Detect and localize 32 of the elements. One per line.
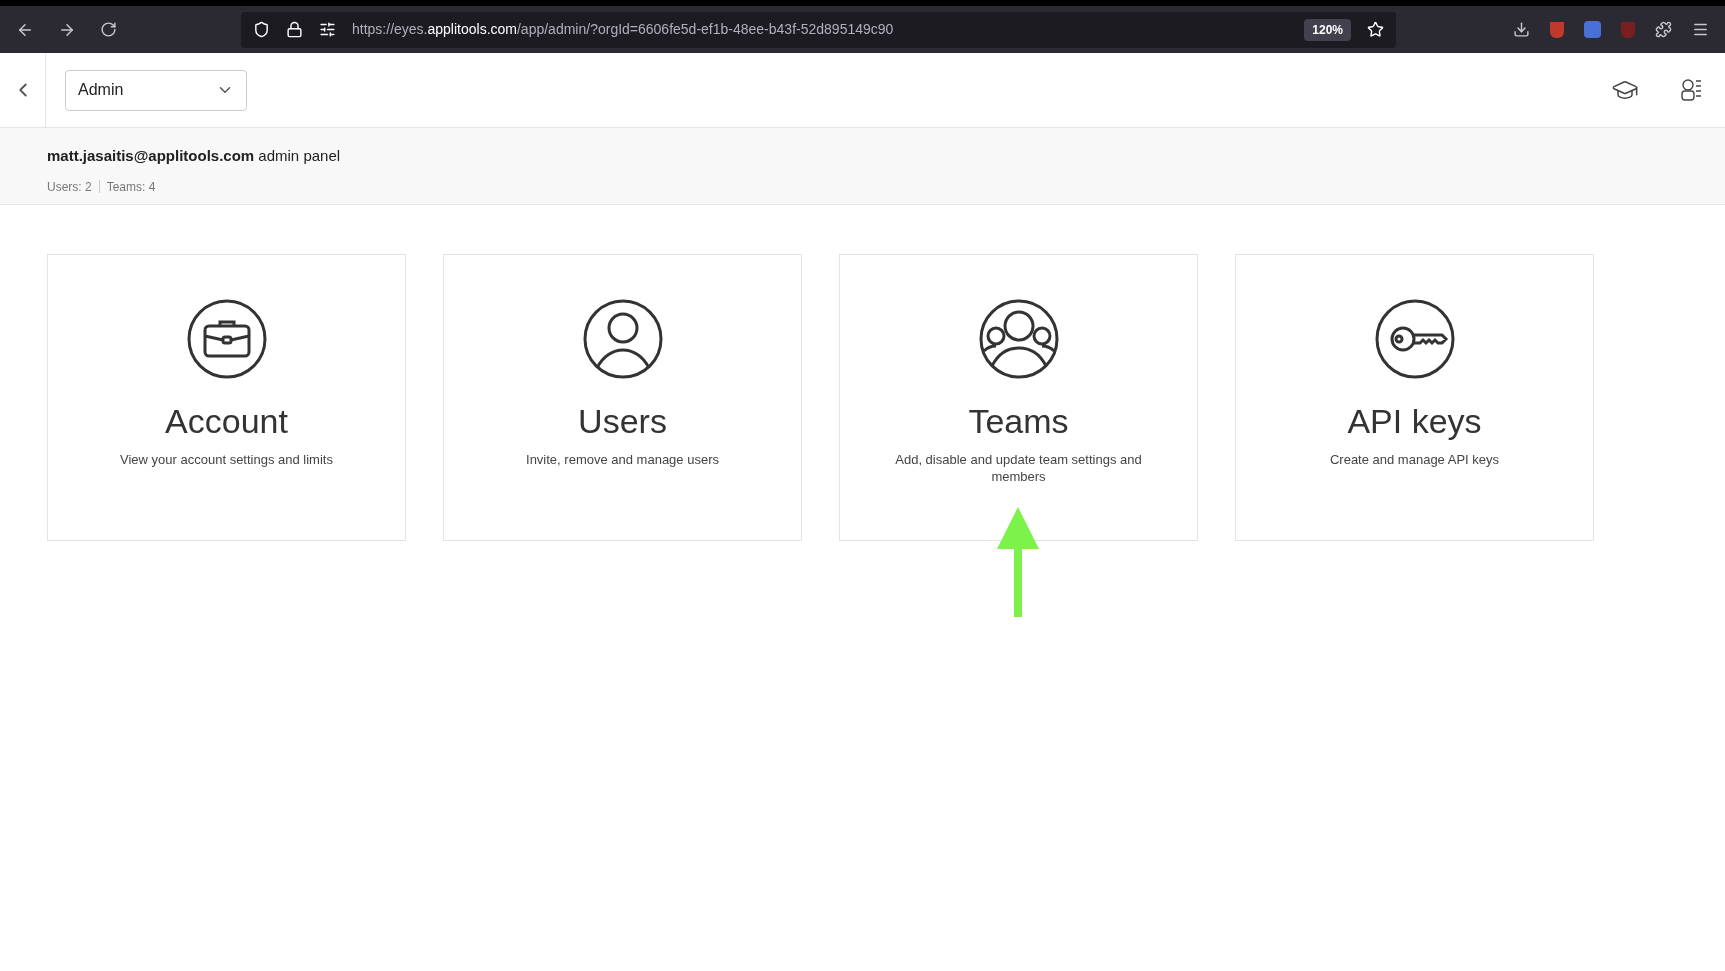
card-title: API keys — [1347, 401, 1482, 442]
admin-dropdown[interactable]: Admin — [65, 69, 247, 111]
zoom-badge[interactable]: 120% — [1304, 18, 1351, 41]
address-bar[interactable]: https://eyes.applitools.com/app/admin/?orgId=6606fe5d-ef1b-48ee-b43f-52d895149c90 120% — [241, 11, 1396, 48]
stat-count: Teams: 4 — [106, 178, 156, 196]
card-description: View your account settings and limits — [119, 450, 334, 468]
lock-icon — [286, 21, 303, 38]
account-email: matt.jasaitis@applitools.com — [47, 147, 255, 164]
key-icon — [1373, 298, 1456, 380]
menu-icon[interactable] — [1692, 21, 1709, 38]
briefcase-icon — [185, 298, 268, 380]
admin-card[interactable]: Account View your account settings and limits — [47, 254, 406, 541]
card-description: Invite, remove and manage users — [525, 450, 720, 468]
admin-card[interactable]: Users Invite, remove and manage users — [443, 254, 802, 541]
download-icon[interactable] — [1513, 21, 1530, 38]
card-description: Create and manage API keys — [1328, 450, 1501, 468]
card-title: Teams — [968, 401, 1069, 442]
admin-card[interactable]: API keys Create and manage API keys — [1235, 254, 1594, 541]
stat-count: Users: 2 — [47, 178, 92, 196]
star-icon[interactable] — [1367, 21, 1384, 38]
shield-icon — [253, 21, 270, 38]
extensions-icon[interactable] — [1655, 21, 1672, 38]
url-text: https://eyes.applitools.com/app/admin/?orgId=6606fe5d-ef1b-48ee-b43f-52d895149c90 — [352, 20, 895, 39]
admin-card[interactable]: Teams Add, disable and update team settings and members — [839, 254, 1198, 541]
card-description: Add, disable and update team settings and members — [894, 450, 1143, 485]
card-title: Account — [165, 401, 288, 442]
card-title: Users — [578, 401, 667, 442]
settings-icon[interactable] — [319, 21, 336, 38]
panel-label: admin panel — [258, 147, 341, 164]
group-icon — [977, 298, 1060, 380]
user-icon — [581, 298, 664, 380]
reload-icon[interactable] — [100, 21, 117, 38]
